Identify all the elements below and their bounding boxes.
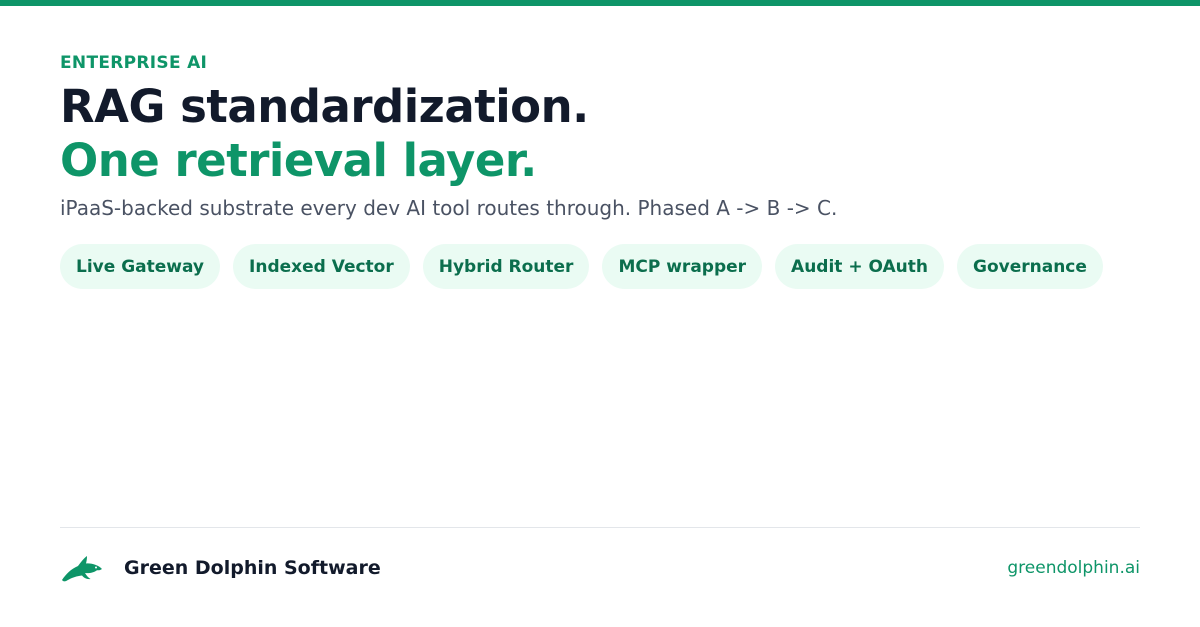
website-link[interactable]: greendolphin.ai bbox=[1007, 558, 1140, 578]
tag-audit-oauth: Audit + OAuth bbox=[775, 244, 944, 289]
hero: ENTERPRISE AI RAG standardization. One r… bbox=[60, 52, 1140, 289]
footer: Green Dolphin Software greendolphin.ai bbox=[60, 548, 1140, 588]
tag-list: Live Gateway Indexed Vector Hybrid Route… bbox=[60, 244, 1140, 289]
footer-divider bbox=[60, 527, 1140, 528]
tag-indexed-vector: Indexed Vector bbox=[233, 244, 410, 289]
eyebrow-label: ENTERPRISE AI bbox=[60, 53, 208, 73]
headline-secondary: One retrieval layer. bbox=[60, 134, 537, 187]
tag-mcp-wrapper: MCP wrapper bbox=[602, 244, 763, 289]
headline-primary: RAG standardization. bbox=[60, 80, 589, 133]
tag-governance: Governance bbox=[957, 244, 1103, 289]
company-name: Green Dolphin Software bbox=[124, 557, 381, 579]
top-accent-bar bbox=[0, 0, 1200, 6]
tag-hybrid-router: Hybrid Router bbox=[422, 244, 590, 289]
tag-live-gateway: Live Gateway bbox=[60, 244, 221, 289]
subtitle: iPaaS-backed substrate every dev AI tool… bbox=[60, 196, 838, 220]
dolphin-icon bbox=[62, 556, 102, 582]
